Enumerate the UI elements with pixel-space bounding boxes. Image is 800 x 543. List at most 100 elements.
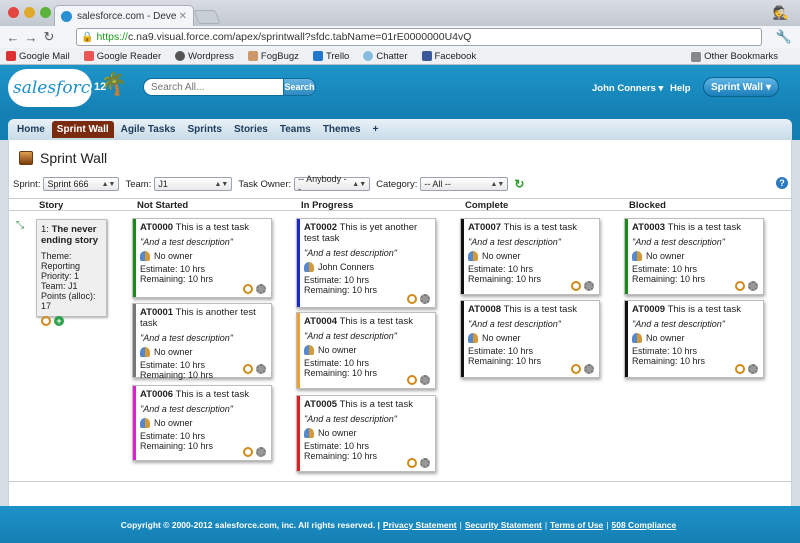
task-title: This is a test task (175, 222, 249, 233)
magnifier-icon[interactable] (41, 316, 51, 326)
chevron-down-icon: ▲▼ (352, 180, 367, 188)
task-card[interactable]: AT0008 This is a test task "And a test d… (460, 300, 600, 378)
task-description: "And a test description" (304, 331, 397, 341)
magnifier-icon[interactable] (735, 281, 745, 291)
magnifier-icon[interactable] (243, 364, 253, 374)
tab-agile-tasks[interactable]: Agile Tasks (116, 121, 181, 138)
task-card[interactable]: AT0006 This is a test task "And a test d… (132, 385, 272, 461)
gear-icon[interactable] (420, 375, 430, 385)
sprint-select[interactable]: Sprint 666 ▲▼ (43, 177, 120, 191)
gear-icon[interactable] (748, 281, 758, 291)
other-bookmarks[interactable]: Other Bookmarks (691, 51, 778, 62)
help-info-icon[interactable]: ? (776, 177, 788, 189)
gear-icon[interactable] (748, 364, 758, 374)
gear-icon[interactable] (420, 458, 430, 468)
magnifier-icon[interactable] (407, 375, 417, 385)
magnifier-icon[interactable] (571, 364, 581, 374)
task-card[interactable]: AT0005 This is a test task "And a test d… (296, 395, 436, 472)
task-card[interactable]: AT0004 This is a test task "And a test d… (296, 312, 436, 389)
back-arrow-icon[interactable]: ← (4, 30, 22, 45)
gear-icon[interactable] (256, 447, 266, 457)
add-task-icon[interactable]: + (54, 316, 64, 326)
gear-icon[interactable] (256, 284, 266, 294)
bookmark-trello[interactable]: Trello (312, 51, 349, 62)
privacy-statement-link[interactable]: Privacy Statement (383, 520, 457, 530)
task-owner: No owner (140, 347, 266, 357)
story-card[interactable]: 1: The never ending story Theme: Reporti… (36, 219, 107, 326)
terms-of-use-link[interactable]: Terms of Use (550, 520, 603, 530)
close-tab-icon[interactable]: ✕ (179, 11, 187, 22)
tab-teams[interactable]: Teams (275, 121, 316, 138)
close-window-button[interactable] (8, 7, 19, 18)
address-bar[interactable]: 🔒 https:// c.na9.visual.force.com/apex/s… (76, 28, 762, 46)
owner-select[interactable]: -- Anybody -- ▲▼ (294, 174, 371, 194)
salesforce-logo[interactable]: salesforce 12 🌴 (8, 67, 128, 113)
task-color-stripe (461, 301, 464, 377)
browser-tab[interactable]: salesforce.com - Developer E ✕ (54, 5, 194, 26)
tab-stories[interactable]: Stories (229, 121, 273, 138)
tab-add[interactable]: + (368, 121, 384, 138)
divider (9, 481, 792, 482)
gear-icon[interactable] (584, 281, 594, 291)
column-header-in-progress: In Progress (301, 200, 354, 211)
task-card[interactable]: AT0007 This is a test task "And a test d… (460, 218, 600, 295)
team-select[interactable]: J1 ▲▼ (154, 177, 233, 191)
508-compliance-link[interactable]: 508 Compliance (612, 520, 677, 530)
task-card[interactable]: AT0002 This is yet another test task "An… (296, 218, 436, 308)
forward-arrow-icon[interactable]: → (22, 30, 40, 45)
story-priority: Priority: 1 (41, 271, 80, 281)
magnifier-icon[interactable] (407, 294, 417, 304)
tab-sprints[interactable]: Sprints (183, 121, 227, 138)
task-card[interactable]: AT0000 This is a test task "And a test d… (132, 218, 272, 298)
magnifier-icon[interactable] (407, 458, 417, 468)
url-text: c.na9.visual.force.com/apex/sprintwall?s… (127, 31, 472, 43)
browser-titlebar: salesforce.com - Developer E ✕ 🕵 (0, 0, 800, 26)
task-card[interactable]: AT0001 This is another test task "And a … (132, 303, 272, 380)
new-tab-button[interactable] (193, 10, 221, 24)
nav-tabs: Home Sprint Wall Agile Tasks Sprints Sto… (8, 119, 792, 140)
bookmark-wordpress[interactable]: Wordpress (175, 51, 234, 62)
security-statement-link[interactable]: Security Statement (465, 520, 542, 530)
bookmark-fogbugz[interactable]: FogBugz (247, 51, 299, 62)
gear-icon[interactable] (256, 364, 266, 374)
page-title-text: Sprint Wall (40, 150, 108, 166)
reload-icon[interactable]: ↻ (40, 29, 58, 45)
url-scheme: https:// (96, 31, 128, 43)
search-input[interactable] (144, 79, 283, 95)
expand-icon[interactable]: ⤡ (16, 220, 24, 231)
bookmark-facebook[interactable]: Facebook (421, 51, 476, 62)
tab-sprint-wall[interactable]: Sprint Wall (51, 121, 114, 138)
category-select[interactable]: -- All -- ▲▼ (420, 177, 509, 191)
magnifier-icon[interactable] (243, 447, 253, 457)
help-link[interactable]: Help (670, 83, 691, 94)
tab-themes[interactable]: Themes (318, 121, 366, 138)
gear-icon[interactable] (420, 294, 430, 304)
magnifier-icon[interactable] (243, 284, 253, 294)
user-menu[interactable]: John Conners ▾ (592, 83, 663, 94)
app-selector[interactable]: Sprint Wall ▾ (703, 77, 779, 97)
tab-home[interactable]: Home (12, 121, 50, 138)
salesforce-favicon-icon (61, 10, 72, 22)
minimize-window-button[interactable] (24, 7, 35, 18)
search-button[interactable]: Search (283, 79, 315, 95)
refresh-icon[interactable]: ↻ (514, 177, 524, 191)
task-owner: No owner (140, 418, 266, 428)
task-card[interactable]: AT0003 This is a test task "And a test d… (624, 218, 764, 295)
task-color-stripe (297, 219, 300, 307)
bookmark-chatter[interactable]: Chatter (363, 51, 408, 62)
wrench-icon[interactable]: 🔧 (776, 29, 792, 45)
bookmark-google-mail[interactable]: Google Mail (6, 51, 70, 62)
task-estimate: Estimate: 10 hrs (304, 358, 370, 368)
bookmark-google-reader[interactable]: Google Reader (83, 51, 161, 62)
task-description: "And a test description" (632, 319, 725, 329)
task-card[interactable]: AT0009 This is a test task "And a test d… (624, 300, 764, 378)
magnifier-icon[interactable] (735, 364, 745, 374)
zoom-window-button[interactable] (40, 7, 51, 18)
magnifier-icon[interactable] (571, 281, 581, 291)
gear-icon[interactable] (584, 364, 594, 374)
user-icon (632, 251, 642, 261)
task-description: "And a test description" (468, 319, 561, 329)
task-title: This is a test task (503, 304, 577, 315)
user-icon (304, 428, 314, 438)
task-owner: No owner (632, 333, 758, 343)
